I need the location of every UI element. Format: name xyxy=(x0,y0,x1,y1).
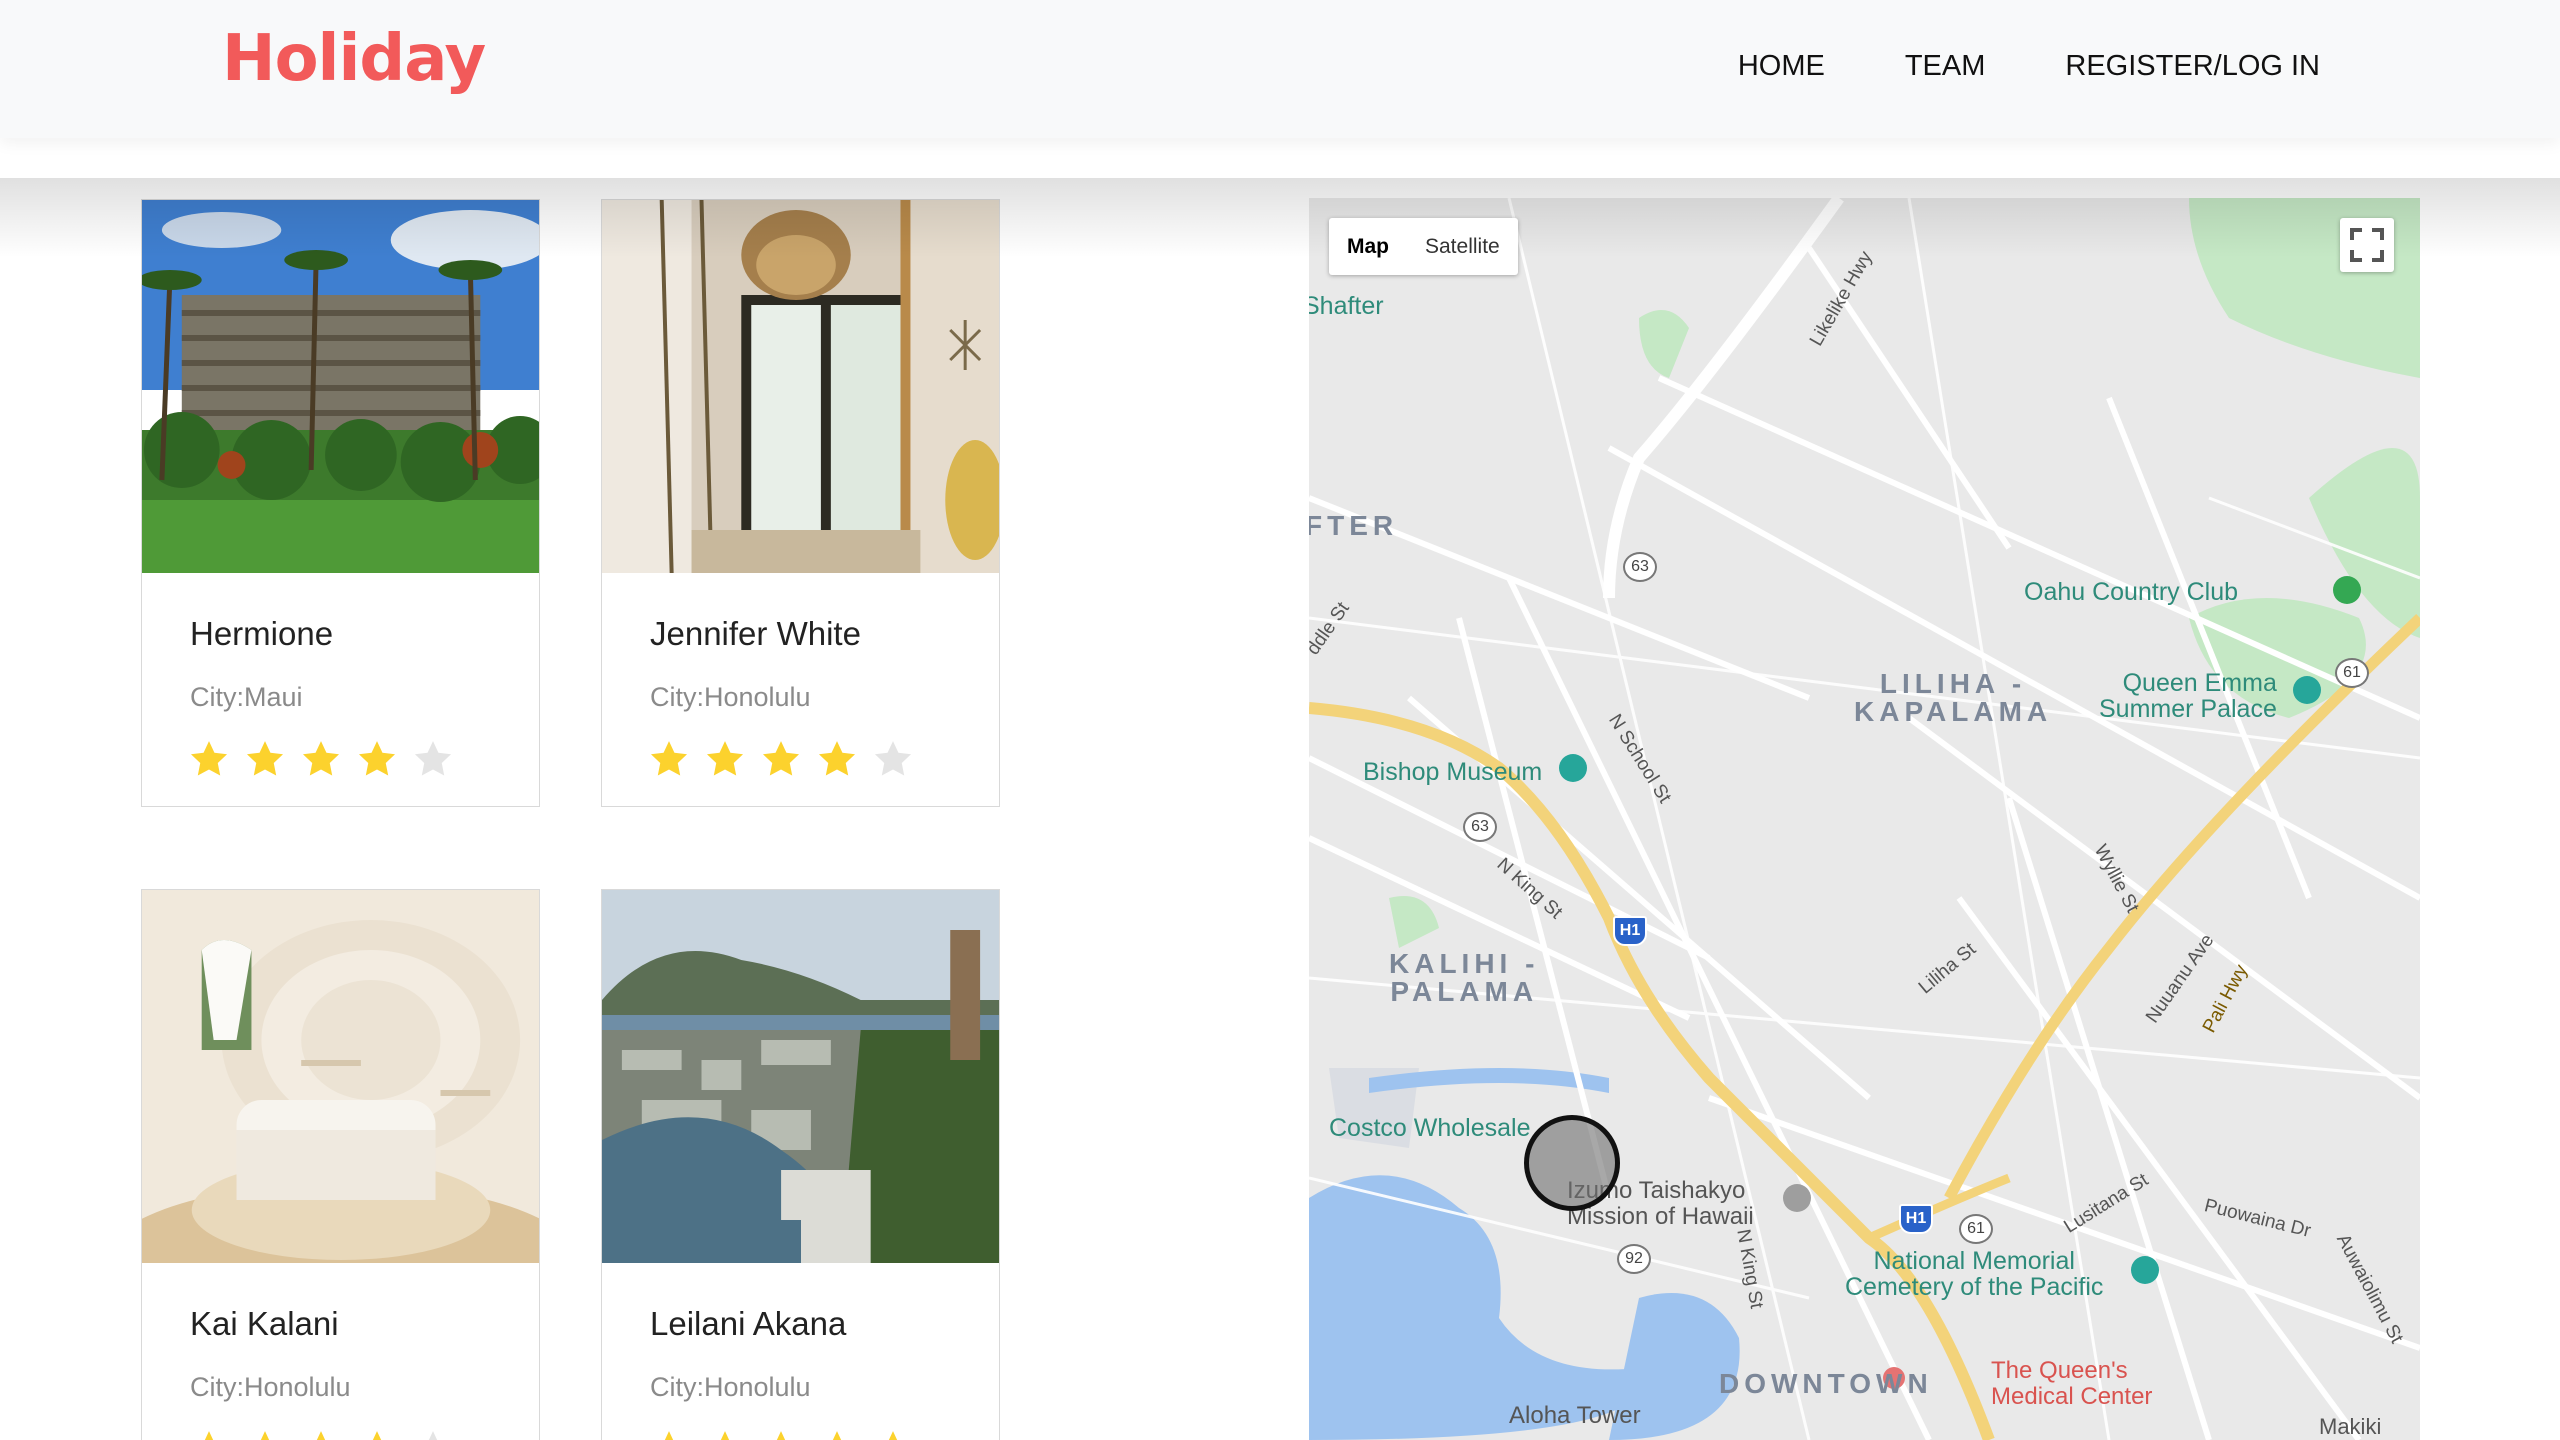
map-poi-label[interactable]: Bishop Museum xyxy=(1363,758,1542,787)
listing-photo[interactable] xyxy=(602,200,999,573)
interstate-shield: H1 xyxy=(1899,1204,1933,1234)
map-poi-label: Makiki xyxy=(2319,1414,2382,1439)
route-shield: 61 xyxy=(2335,658,2369,688)
listing-city: City:Maui xyxy=(190,682,303,712)
map-type-map-button[interactable]: Map xyxy=(1329,218,1407,275)
star-filled-icon xyxy=(776,1431,786,1440)
star-filled-icon xyxy=(664,1431,674,1440)
star-filled-icon xyxy=(818,741,856,776)
map-poi-label[interactable]: Shafter xyxy=(1309,292,1384,321)
listing-city: City:Honolulu xyxy=(650,682,811,712)
star-empty-icon xyxy=(428,1431,438,1440)
star-filled-icon xyxy=(832,1431,842,1440)
route-shield: 61 xyxy=(1959,1214,1993,1244)
star-filled-icon xyxy=(372,1431,382,1440)
star-filled-icon xyxy=(888,1431,898,1440)
listing-name[interactable]: Jennifer White xyxy=(650,615,861,653)
fullscreen-button[interactable] xyxy=(2340,218,2394,272)
star-filled-icon xyxy=(706,741,744,776)
star-filled-icon xyxy=(190,741,228,776)
listing-photo[interactable] xyxy=(142,200,539,573)
listing-city: City:Honolulu xyxy=(190,1372,351,1402)
star-filled-icon xyxy=(246,741,284,776)
site-header: Holiday HOME TEAM REGISTER/LOG IN xyxy=(0,0,2560,138)
listing-card-jennifer-white[interactable]: Jennifer White City:Honolulu xyxy=(601,199,1000,807)
map-poi-label[interactable]: The Queen's Medical Center xyxy=(1991,1358,2152,1410)
star-filled-icon xyxy=(762,741,800,776)
map-area-label: DOWNTOWN xyxy=(1719,1368,1933,1399)
golf-icon xyxy=(2333,576,2361,604)
map-type-satellite-button[interactable]: Satellite xyxy=(1407,218,1518,275)
fullscreen-icon xyxy=(2350,228,2384,262)
nav-register-login-link[interactable]: REGISTER/LOG IN xyxy=(2065,50,2320,83)
cursor-highlight xyxy=(1524,1115,1620,1211)
rating-stars xyxy=(648,738,914,780)
nav-team-link[interactable]: TEAM xyxy=(1905,50,1986,83)
interstate-shield: H1 xyxy=(1613,916,1647,946)
listing-card-kai-kalani[interactable]: Kai Kalani City:Honolulu xyxy=(141,889,540,1440)
star-filled-icon xyxy=(316,1431,326,1440)
main-nav: HOME TEAM REGISTER/LOG IN xyxy=(1738,50,2320,83)
route-shield: 63 xyxy=(1463,812,1497,842)
cemetery-icon xyxy=(2131,1256,2159,1284)
star-filled-icon xyxy=(302,741,340,776)
map-area-label: KALIHI - PALAMA xyxy=(1389,948,1540,1007)
star-filled-icon xyxy=(204,1431,214,1440)
museum-icon xyxy=(1559,754,1587,782)
rating-stars xyxy=(188,1428,454,1440)
map-area-label: FTER xyxy=(1309,510,1399,541)
listing-city: City:Honolulu xyxy=(650,1372,811,1402)
map-panel[interactable]: Map Satellite LILIHA - KAPALAMA KALIHI -P… xyxy=(1309,198,2420,1440)
star-empty-icon xyxy=(414,741,452,776)
star-empty-icon xyxy=(874,741,912,776)
map-area-label: LILIHA - KAPALAMA xyxy=(1854,668,2053,727)
map-poi-label[interactable]: National Memorial Cemetery of the Pacific xyxy=(1845,1248,2103,1300)
star-filled-icon xyxy=(260,1431,270,1440)
rating-stars xyxy=(648,1428,914,1440)
map-poi-label[interactable]: Oahu Country Club xyxy=(2024,578,2238,607)
star-filled-icon xyxy=(650,741,688,776)
star-filled-icon xyxy=(358,741,396,776)
listing-name[interactable]: Kai Kalani xyxy=(190,1305,339,1343)
map-poi-label[interactable]: Aloha Tower xyxy=(1509,1402,1641,1430)
map-poi-label[interactable]: Queen Emma Summer Palace xyxy=(2099,670,2277,722)
listing-card-leilani-akana[interactable]: Leilani Akana City:Honolulu xyxy=(601,889,1000,1440)
listing-name[interactable]: Leilani Akana xyxy=(650,1305,846,1343)
star-filled-icon xyxy=(720,1431,730,1440)
shrine-icon xyxy=(1783,1184,1811,1212)
listing-card-hermione[interactable]: Hermione City:Maui xyxy=(141,199,540,807)
map-type-control: Map Satellite xyxy=(1329,218,1518,275)
rating-stars xyxy=(188,738,454,780)
listing-name[interactable]: Hermione xyxy=(190,615,333,653)
map-poi-label[interactable]: Costco Wholesale xyxy=(1329,1114,1530,1143)
listing-photo[interactable] xyxy=(602,890,999,1263)
nav-home-link[interactable]: HOME xyxy=(1738,50,1825,83)
museum-icon xyxy=(2293,676,2321,704)
site-logo[interactable]: Holiday xyxy=(222,22,486,96)
listing-photo[interactable] xyxy=(142,890,539,1263)
route-shield: 92 xyxy=(1617,1244,1651,1274)
route-shield: 63 xyxy=(1623,552,1657,582)
